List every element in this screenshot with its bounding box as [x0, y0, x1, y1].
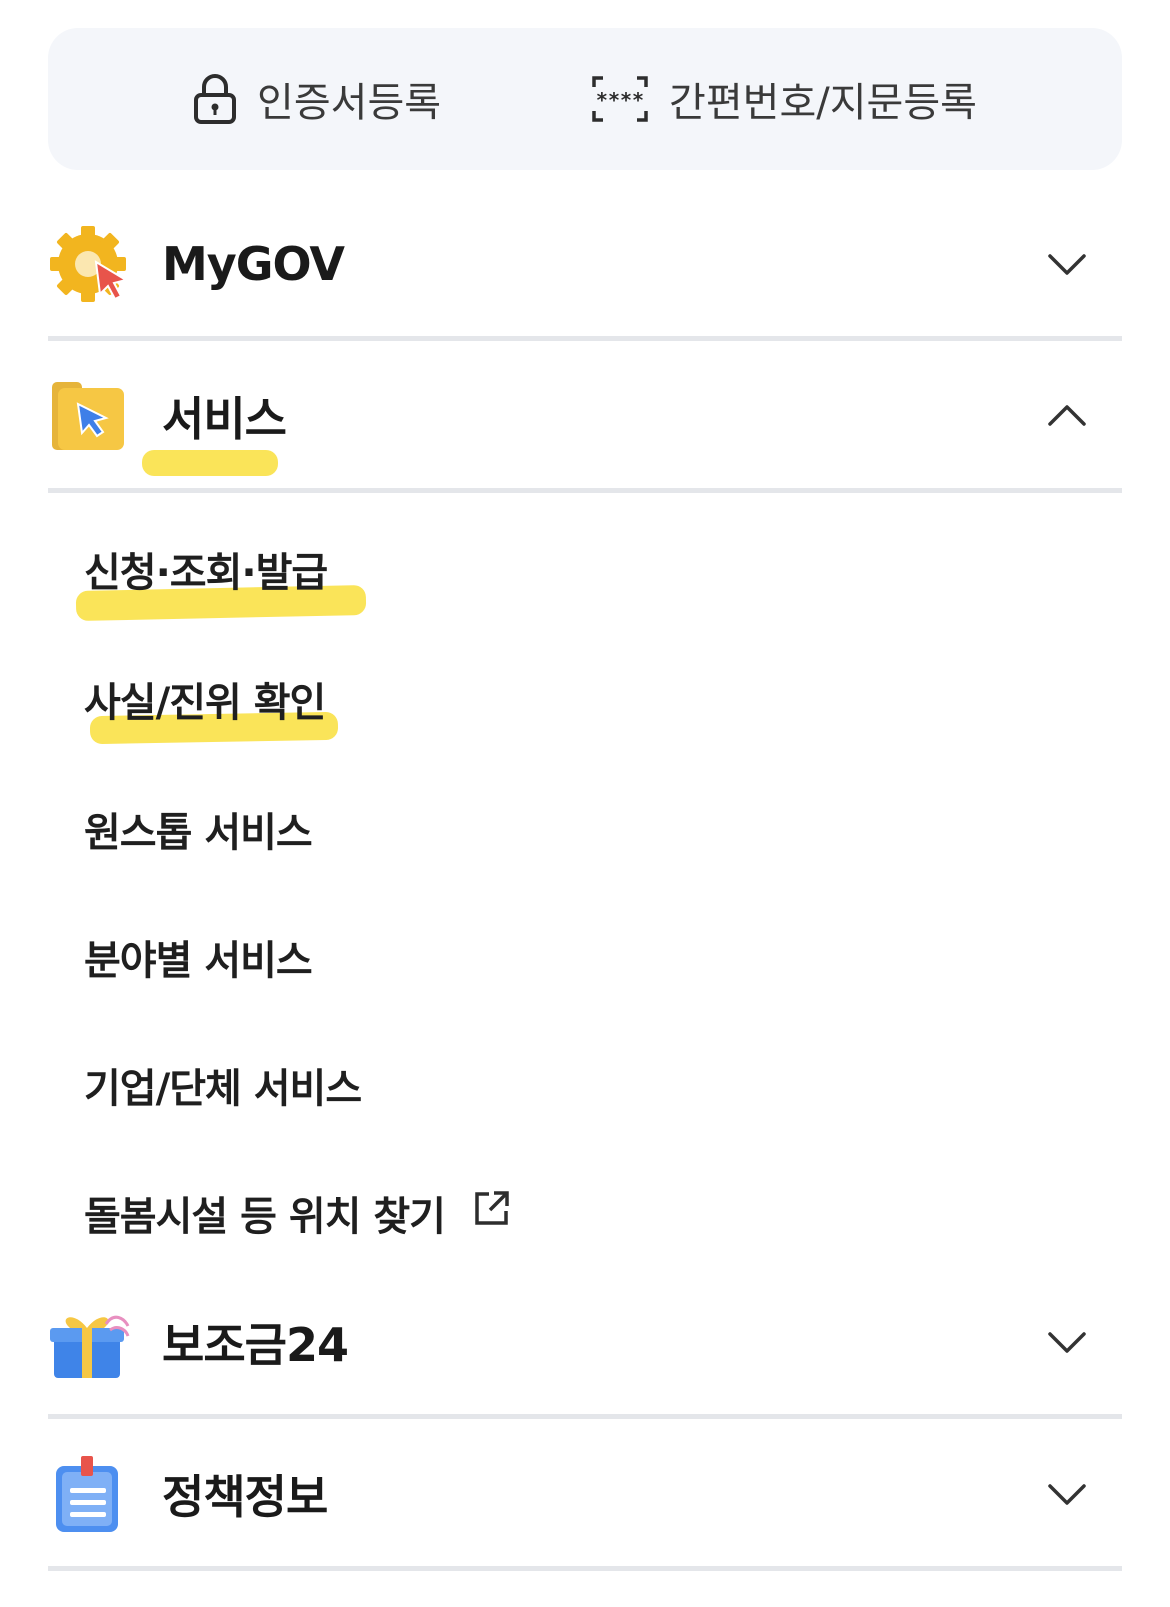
service-item-label: 사실/진위 확인: [84, 680, 326, 726]
divider: [48, 1414, 1122, 1419]
section-service-title: 서비스: [162, 392, 287, 446]
section-subsidy-title: 보조금24: [162, 1318, 349, 1372]
section-mygov[interactable]: MyGOV: [48, 194, 1122, 334]
service-item-apply[interactable]: 신청·조회·발급: [84, 540, 328, 598]
gear-cursor-icon: [48, 222, 132, 306]
cert-register-label: 인증서등록: [257, 80, 442, 126]
gift-box-icon: [48, 1300, 132, 1384]
chevron-down-icon: [1042, 1469, 1092, 1519]
service-item-label: 돌봄시설 등 위치 찾기: [84, 1194, 446, 1240]
chevron-down-icon: [1042, 1317, 1092, 1367]
service-item-label: 원스톱 서비스: [84, 810, 313, 856]
divider: [48, 1566, 1122, 1571]
external-link-icon: [473, 1189, 511, 1237]
folder-cursor-icon: [48, 374, 132, 458]
service-item-care-location[interactable]: 돌봄시설 등 위치 찾기: [84, 1184, 511, 1242]
svg-text:****: ****: [596, 88, 644, 112]
section-subsidy[interactable]: 보조금24: [48, 1272, 1122, 1412]
service-item-label: 신청·조회·발급: [84, 550, 328, 596]
service-item-business[interactable]: 기업/단체 서비스: [84, 1056, 362, 1114]
section-mygov-title: MyGOV: [162, 237, 345, 291]
highlight-mark: [142, 450, 278, 476]
divider: [48, 336, 1122, 341]
service-item-verify[interactable]: 사실/진위 확인: [84, 670, 326, 728]
pin-register-button[interactable]: **** 간편번호/지문등록: [591, 70, 977, 128]
auth-bar: 인증서등록 **** 간편번호/지문등록: [48, 28, 1122, 170]
divider: [48, 488, 1122, 493]
section-policy-title: 정책정보: [162, 1470, 328, 1524]
chevron-down-icon: [1042, 239, 1092, 289]
section-policy[interactable]: 정책정보: [48, 1424, 1122, 1564]
clipboard-icon: [48, 1452, 132, 1536]
service-item-label: 분야별 서비스: [84, 938, 313, 984]
chevron-up-icon: [1042, 391, 1092, 441]
service-item-onestop[interactable]: 원스톱 서비스: [84, 800, 313, 858]
pin-register-label: 간편번호/지문등록: [669, 80, 977, 126]
service-item-label: 기업/단체 서비스: [84, 1066, 362, 1112]
cert-register-button[interactable]: 인증서등록: [193, 70, 441, 128]
pin-scan-icon: ****: [591, 75, 649, 123]
lock-icon: [193, 73, 237, 125]
service-item-by-field[interactable]: 분야별 서비스: [84, 928, 313, 986]
